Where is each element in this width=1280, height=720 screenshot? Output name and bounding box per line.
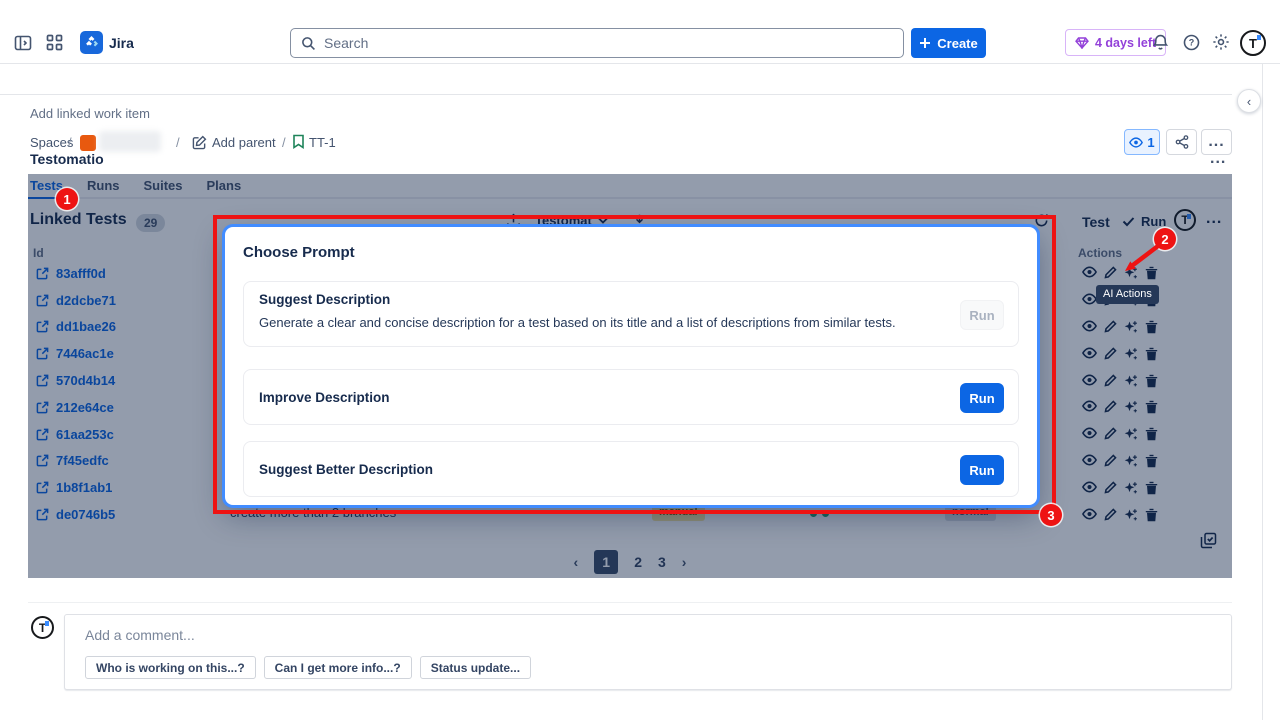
ai-actions-tooltip: AI Actions xyxy=(1096,285,1159,304)
avatar-accent xyxy=(1257,35,1261,40)
user-avatar[interactable]: T xyxy=(1240,30,1266,56)
run-button[interactable]: Run xyxy=(960,383,1004,413)
prompt-title: Suggest Better Description xyxy=(259,462,433,477)
modal-title: Choose Prompt xyxy=(243,244,355,261)
prompt-title: Improve Description xyxy=(259,390,390,405)
prompt-card-suggest-description: Suggest Description Generate a clear and… xyxy=(243,281,1019,347)
share-button[interactable] xyxy=(1166,129,1197,155)
run-button-disabled: Run xyxy=(960,300,1004,330)
comment-section-divider xyxy=(28,602,1232,603)
search-input[interactable]: Search xyxy=(290,28,904,58)
app-name: Jira xyxy=(109,35,134,51)
add-linked-work-item[interactable]: Add linked work item xyxy=(30,106,150,121)
breadcrumb-separator: / xyxy=(176,135,180,150)
breadcrumb-bar: Spaces / / Add parent / TT-1 1 ... xyxy=(0,64,1232,95)
run-button[interactable]: Run xyxy=(960,455,1004,485)
bookmark-icon xyxy=(292,134,305,149)
create-button[interactable]: Create xyxy=(911,28,986,58)
edit-parent-icon xyxy=(192,135,207,150)
comment-avatar: T xyxy=(31,616,54,639)
prompt-card-improve-description: Improve Description Run xyxy=(243,369,1019,425)
redacted-space-name[interactable] xyxy=(99,131,161,152)
sidebar-toggle-icon[interactable] xyxy=(14,34,32,52)
search-icon xyxy=(301,36,316,51)
watchers-button[interactable]: 1 xyxy=(1124,129,1160,155)
prompt-title: Suggest Description xyxy=(259,292,390,307)
quick-reply-button[interactable]: Can I get more info...? xyxy=(264,656,412,679)
prompt-card-suggest-better-description: Suggest Better Description Run xyxy=(243,441,1019,497)
jira-logo-icon[interactable] xyxy=(80,31,103,54)
notifications-bell-icon[interactable] xyxy=(1152,34,1169,51)
collapse-panel-button[interactable]: ‹ xyxy=(1237,89,1261,113)
share-icon xyxy=(1175,135,1189,149)
breadcrumb-add-parent[interactable]: Add parent xyxy=(212,135,276,150)
quick-reply-button[interactable]: Status update... xyxy=(420,656,531,679)
breadcrumb-separator: / xyxy=(282,135,286,150)
eye-icon xyxy=(1129,137,1143,148)
svg-text:?: ? xyxy=(1189,38,1195,48)
space-avatar-icon[interactable] xyxy=(80,135,96,151)
right-rail-divider xyxy=(1262,64,1263,720)
section-more-button[interactable]: ... xyxy=(1210,150,1226,168)
breadcrumb-page-key[interactable]: TT-1 xyxy=(309,135,336,150)
quick-replies: Who is working on this...? Can I get mor… xyxy=(85,656,531,679)
search-placeholder: Search xyxy=(324,35,368,51)
help-icon[interactable]: ? xyxy=(1183,34,1200,51)
settings-gear-icon[interactable] xyxy=(1212,33,1230,51)
plus-icon xyxy=(919,37,931,49)
breadcrumb-separator: / xyxy=(68,135,72,150)
comment-input[interactable]: Add a comment... Who is working on this.… xyxy=(64,614,1232,690)
top-navigation: Jira Search Create 4 days left ? T xyxy=(0,0,1280,64)
comment-placeholder: Add a comment... xyxy=(85,627,195,643)
quick-reply-button[interactable]: Who is working on this...? xyxy=(85,656,256,679)
choose-prompt-modal: Choose Prompt Suggest Description Genera… xyxy=(225,227,1037,505)
breadcrumb-spaces[interactable]: Spaces xyxy=(30,135,73,150)
prompt-description: Generate a clear and concise description… xyxy=(259,315,896,330)
app-switcher-icon[interactable] xyxy=(46,34,63,51)
gem-icon xyxy=(1075,37,1089,49)
section-title: Testomatio xyxy=(30,151,104,167)
avatar-accent xyxy=(45,621,49,626)
trial-days-left-badge[interactable]: 4 days left xyxy=(1065,29,1166,56)
